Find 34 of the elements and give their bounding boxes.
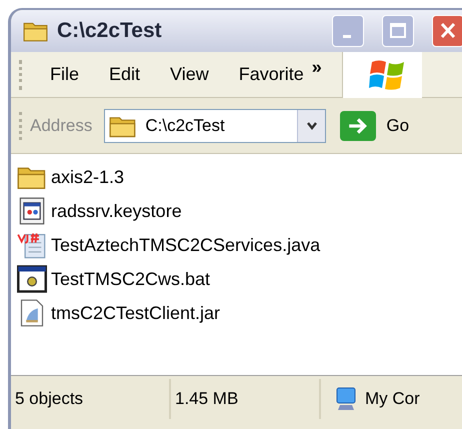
address-label: Address bbox=[30, 114, 92, 137]
close-icon bbox=[440, 22, 456, 38]
maximize-icon bbox=[390, 23, 406, 38]
file-name[interactable]: TestTMSC2Cws.bat bbox=[51, 266, 210, 292]
address-field[interactable]: C:\c2cTest bbox=[104, 108, 326, 142]
window-title: C:\c2cTest bbox=[57, 18, 162, 44]
menu-item[interactable]: Edit bbox=[109, 61, 140, 88]
close-button[interactable] bbox=[432, 15, 462, 47]
go-button[interactable]: Go bbox=[340, 110, 410, 140]
batch-file-icon bbox=[17, 265, 47, 293]
chevron-down-icon bbox=[306, 120, 318, 132]
file-name[interactable]: tmsC2CTestClient.jar bbox=[51, 300, 220, 326]
status-text: 1.45 MB bbox=[175, 388, 238, 410]
maximize-button[interactable] bbox=[382, 15, 414, 47]
toolbar-grip bbox=[19, 60, 22, 90]
flag-logo-icon bbox=[368, 58, 407, 92]
toolbar-grip bbox=[19, 112, 22, 140]
menu-item[interactable]: File bbox=[50, 61, 80, 88]
file-name[interactable]: axis2-1.3 bbox=[51, 164, 124, 190]
status-text: 5 objects bbox=[15, 388, 84, 410]
source-file-icon bbox=[17, 231, 47, 259]
folder-icon bbox=[23, 20, 49, 42]
minimize-icon bbox=[343, 35, 351, 38]
computer-icon bbox=[335, 386, 357, 412]
status-text: My Cor bbox=[365, 388, 420, 410]
file-name[interactable]: radssrv.keystore bbox=[51, 198, 182, 224]
chevron-button[interactable]: » bbox=[312, 54, 322, 81]
window-file-icon bbox=[17, 197, 47, 225]
menu-item[interactable]: View bbox=[170, 61, 209, 88]
dropdown-button[interactable] bbox=[297, 110, 326, 142]
menu-item[interactable]: Favorite bbox=[238, 61, 304, 88]
file-name[interactable]: TestAztechTMSC2CServices.java bbox=[51, 232, 320, 258]
minimize-button[interactable] bbox=[332, 15, 364, 47]
address-value: C:\c2cTest bbox=[145, 114, 226, 137]
